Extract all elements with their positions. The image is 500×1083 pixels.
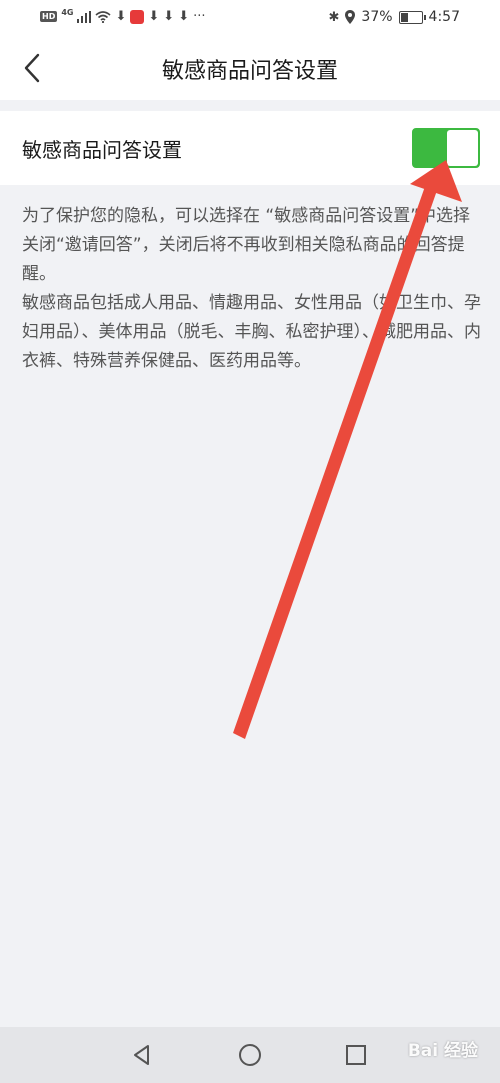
- description-paragraph-1: 为了保护您的隐私，可以选择在 “敏感商品问答设置”中选择关闭“邀请回答”，关闭后…: [22, 206, 471, 284]
- recent-square-icon: [346, 1045, 366, 1065]
- bluetooth-icon: ✱: [328, 9, 340, 25]
- back-triangle-icon: [134, 1045, 149, 1065]
- page-title: 敏感商品问答设置: [161, 59, 338, 84]
- toggle-knob: [447, 130, 478, 166]
- status-left-icons: HD 4G ⬇ ⬇ ⬇ ⬇ ···: [40, 8, 206, 24]
- system-back-button[interactable]: [126, 1039, 158, 1071]
- battery-icon: [398, 10, 426, 24]
- nav-header: 敏感商品问答设置: [0, 38, 500, 100]
- battery-percent: 37%: [361, 9, 393, 25]
- download-icon: ⬇: [163, 9, 175, 24]
- status-time: 4:57: [428, 9, 460, 25]
- baidu-jingyan-watermark: Bai 经验: [407, 1041, 478, 1061]
- more-dots-icon: ···: [193, 9, 206, 24]
- wifi-icon: [95, 10, 112, 23]
- download-icon: ⬇: [148, 9, 160, 24]
- download-icon: ⬇: [115, 9, 127, 24]
- description-text: 为了保护您的隐私，可以选择在 “敏感商品问答设置”中选择关闭“邀请回答”，关闭后…: [22, 202, 484, 376]
- app-icon: [130, 9, 145, 24]
- system-recent-button[interactable]: [340, 1039, 372, 1071]
- battery-fill: [400, 12, 408, 22]
- setting-label: 敏感商品问答设置: [22, 138, 182, 162]
- status-bar: HD 4G ⬇ ⬇ ⬇ ⬇ ··· ✱ 37% 4:57: [0, 0, 500, 38]
- status-right-icons: ✱ 37% 4:57: [329, 9, 460, 25]
- system-home-button[interactable]: [234, 1039, 266, 1071]
- description-paragraph-2: 敏感商品包括成人用品、情趣用品、女性用品（如卫生巾、孕妇用品）、美体用品（脱毛、…: [22, 293, 481, 371]
- sensitive-qa-toggle[interactable]: [412, 128, 480, 168]
- signal-bars-icon: [77, 10, 92, 23]
- location-icon: [345, 10, 356, 24]
- home-circle-icon: [239, 1044, 261, 1066]
- hd-icon: HD: [40, 11, 58, 22]
- 4g-signal-icon: 4G: [61, 8, 74, 17]
- download-icon: ⬇: [178, 9, 190, 24]
